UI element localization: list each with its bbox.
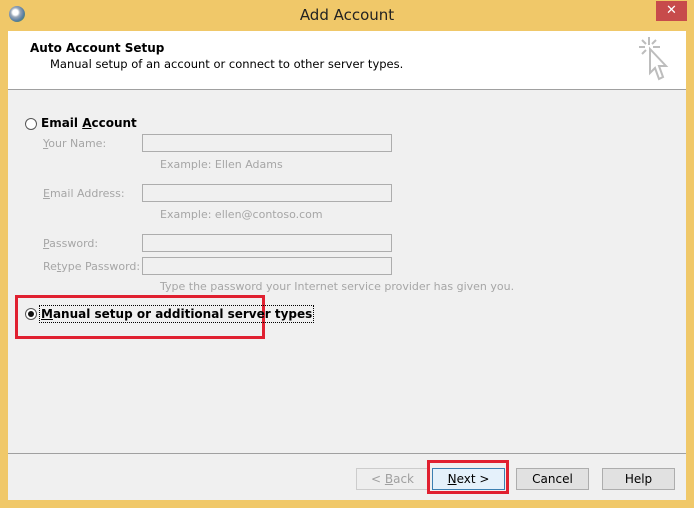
footer-divider	[8, 453, 686, 454]
your-name-input[interactable]	[142, 134, 392, 152]
next-button[interactable]: Next >	[432, 468, 505, 490]
dialog-body: Auto Account Setup Manual setup of an ac…	[8, 31, 686, 500]
window-title: Add Account	[299, 6, 395, 24]
email-address-input[interactable]	[142, 184, 392, 202]
header-title: Auto Account Setup	[30, 41, 165, 55]
retype-password-label: Retype Password:	[43, 260, 141, 273]
cancel-button[interactable]: Cancel	[516, 468, 589, 490]
password-input[interactable]	[142, 234, 392, 252]
email-account-radio[interactable]	[25, 118, 37, 130]
header-subtitle: Manual setup of an account or connect to…	[50, 57, 404, 71]
help-button[interactable]: Help	[602, 468, 675, 490]
your-name-label: Your Name:	[43, 137, 107, 150]
email-address-label: Email Address:	[43, 187, 125, 200]
password-hint: Type the password your Internet service …	[160, 280, 515, 293]
email-address-hint: Example: ellen@contoso.com	[160, 208, 323, 221]
back-button[interactable]: < Back	[356, 468, 429, 490]
close-button[interactable]: ✕	[656, 1, 687, 21]
manual-setup-radio[interactable]	[25, 308, 37, 320]
password-label: Password:	[43, 237, 99, 250]
manual-setup-label[interactable]: Manual setup or additional server types	[38, 305, 315, 323]
title-bar: Add Account ✕	[0, 0, 694, 31]
cursor-click-icon	[639, 37, 669, 81]
retype-password-input[interactable]	[142, 257, 392, 275]
your-name-hint: Example: Ellen Adams	[160, 158, 283, 171]
email-account-label[interactable]: Email Account	[41, 116, 137, 130]
wizard-header: Auto Account Setup Manual setup of an ac…	[8, 31, 686, 90]
